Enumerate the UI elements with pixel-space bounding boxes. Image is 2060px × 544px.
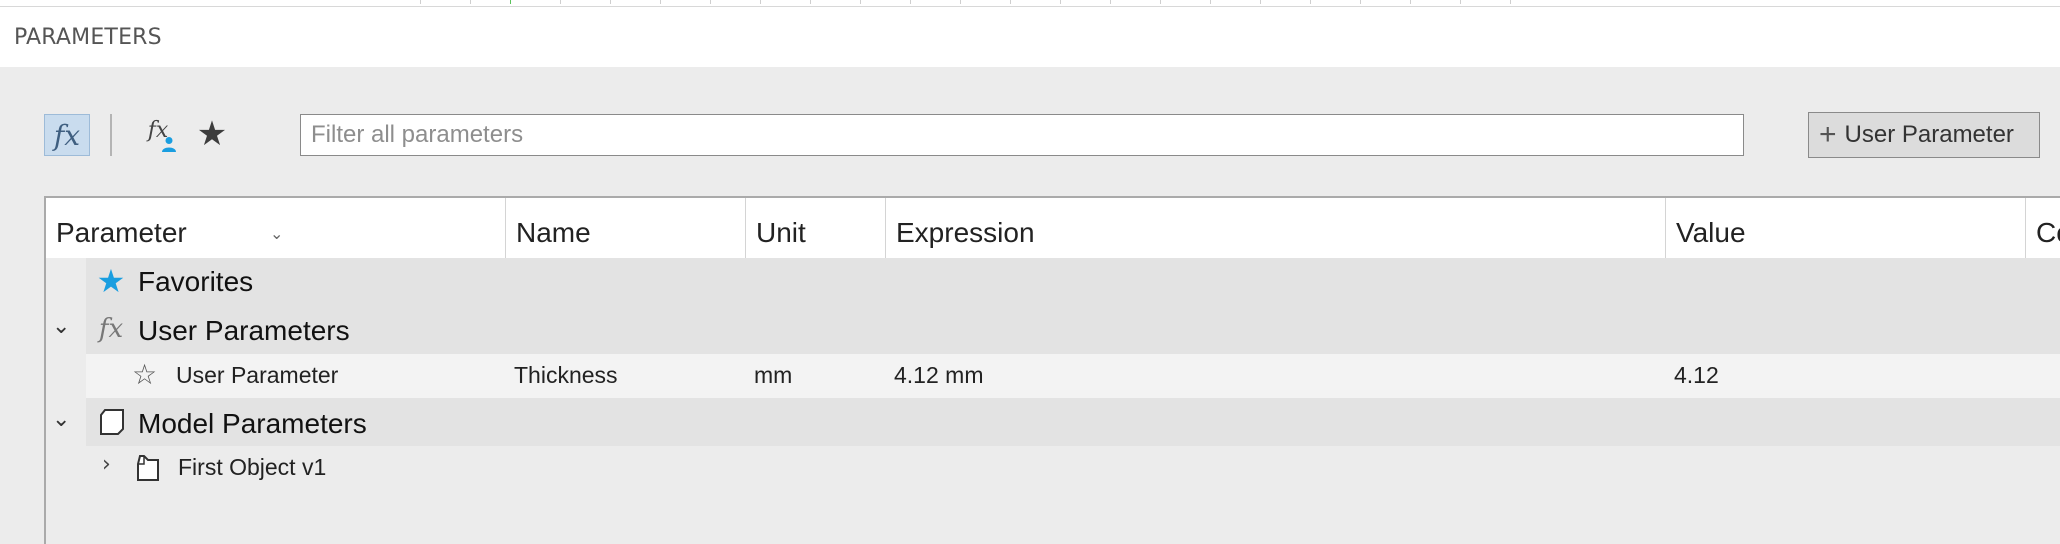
column-header-expression[interactable]: Expression xyxy=(886,198,1666,258)
cell-parameter: User Parameter xyxy=(176,362,339,388)
favorites-star-icon: ★ xyxy=(96,262,126,300)
all-parameters-filter-button[interactable]: fx xyxy=(44,114,90,156)
person-icon xyxy=(162,137,176,152)
parameters-table: Parameter ⌄ Name Unit Expression Value C… xyxy=(44,196,2060,544)
table-header: Parameter ⌄ Name Unit Expression Value C… xyxy=(46,198,2060,258)
collapse-chevron-icon[interactable]: ⌄ xyxy=(52,407,70,432)
component-box-icon xyxy=(94,405,128,439)
fx-icon: fx xyxy=(53,118,81,152)
plus-icon: + xyxy=(1819,118,1837,151)
column-header-value[interactable]: Value xyxy=(1666,198,2026,258)
cell-expression[interactable]: 4.12 mm xyxy=(894,362,983,389)
column-header-comment[interactable]: Co xyxy=(2026,198,2060,258)
star-icon: ★ xyxy=(196,114,228,154)
group-row-user-parameters[interactable]: ⌄ fx User Parameters xyxy=(46,304,2060,354)
group-row-model-parameters[interactable]: ⌄ Model Parameters xyxy=(46,398,2060,446)
filter-input[interactable] xyxy=(300,114,1744,156)
column-header-name[interactable]: Name xyxy=(506,198,746,258)
cell-name: Thickness xyxy=(514,362,618,388)
star-outline-icon[interactable]: ☆ xyxy=(132,358,157,391)
column-header-unit[interactable]: Unit xyxy=(746,198,886,258)
cell-unit: mm xyxy=(754,362,793,388)
add-user-parameter-label: User Parameter xyxy=(1844,121,2014,148)
add-user-parameter-button[interactable]: + User Parameter xyxy=(1808,112,2040,158)
table-row[interactable]: ☆ User Parameter Thickness mm 4.12 mm 4.… xyxy=(46,354,2060,398)
favorites-filter-button[interactable]: ★ xyxy=(190,112,234,156)
cell-value: 4.12 xyxy=(1674,362,1719,388)
fx-icon: fx xyxy=(98,314,124,344)
dialog-titlebar[interactable]: PARAMETERS xyxy=(0,6,2060,67)
dialog-title: PARAMETERS xyxy=(14,25,162,50)
expand-chevron-icon[interactable]: › xyxy=(102,452,111,477)
collapse-chevron-icon[interactable]: ⌄ xyxy=(52,314,70,339)
cell-parameter: First Object v1 xyxy=(178,454,327,480)
component-icon xyxy=(137,455,159,481)
toolbar-separator xyxy=(110,114,112,156)
group-label-user-parameters: User Parameters xyxy=(138,315,350,346)
group-label-model-parameters: Model Parameters xyxy=(138,408,367,439)
group-label-favorites: Favorites xyxy=(138,266,254,297)
table-row[interactable]: › First Object v1 xyxy=(46,446,2060,490)
user-parameters-filter-button[interactable]: fx xyxy=(138,112,178,156)
group-row-favorites[interactable]: ★ Favorites xyxy=(46,258,2060,304)
column-header-parameter[interactable]: Parameter ⌄ xyxy=(46,198,506,258)
